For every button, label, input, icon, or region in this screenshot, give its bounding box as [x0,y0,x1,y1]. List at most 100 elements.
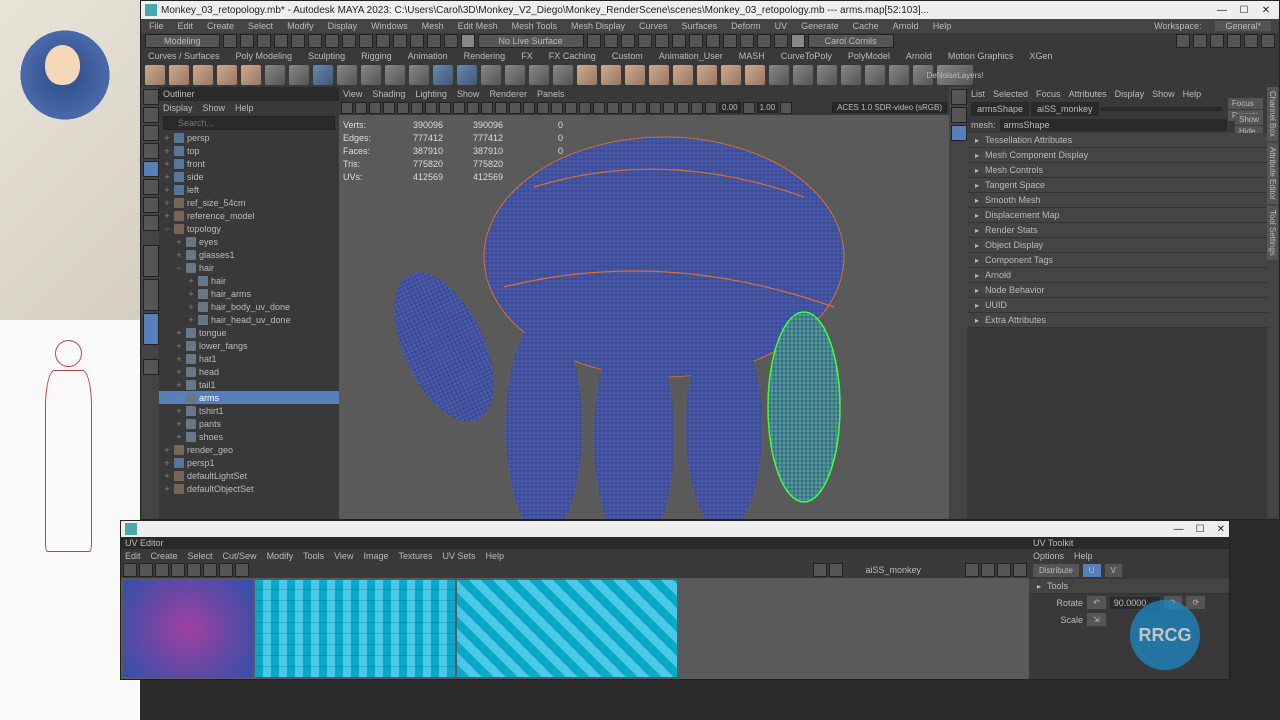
shelf-tab[interactable]: Poly Modeling [233,50,296,62]
attr-section[interactable]: Node Behavior [967,283,1267,298]
shelf-tab[interactable]: Motion Graphics [945,50,1017,62]
status-btn[interactable] [638,34,652,48]
vp-tool-icon[interactable] [649,102,661,114]
status-btn[interactable] [1227,34,1241,48]
status-btn[interactable] [1261,34,1275,48]
outliner-item-pants[interactable]: +pants [159,417,339,430]
attr-section[interactable]: Mesh Controls [967,163,1267,178]
status-btn[interactable] [689,34,703,48]
vp-tool-icon[interactable] [691,102,703,114]
outliner-item-front[interactable]: +front [159,157,339,170]
tool-icon[interactable] [143,197,159,213]
attr-section[interactable]: Smooth Mesh [967,193,1267,208]
attr-section[interactable]: Component Tags [967,253,1267,268]
shelf-button[interactable] [745,65,765,85]
attr-section[interactable]: Tessellation Attributes [967,133,1267,148]
uv-tool-icon[interactable] [171,563,185,577]
shelf-button[interactable] [193,65,213,85]
uv-tool-icon[interactable] [965,563,979,577]
status-btn[interactable] [621,34,635,48]
vp-tool-icon[interactable] [341,102,353,114]
shelf-button[interactable] [481,65,501,85]
menu-edit[interactable]: Edit [178,21,194,31]
outliner-item-render_geo[interactable]: +render_geo [159,443,339,456]
attr-selected[interactable]: Selected [993,89,1028,99]
uv-tool-icon[interactable] [235,563,249,577]
shelf-tab[interactable]: CurveToPoly [778,50,835,62]
uv-tool-icon[interactable] [203,563,217,577]
uv-tool-icon[interactable] [219,563,233,577]
shelf-button[interactable] [865,65,885,85]
layout-icon[interactable] [143,313,159,345]
shelf-tab[interactable]: Sculpting [305,50,348,62]
menu-meshdisplay[interactable]: Mesh Display [571,21,625,31]
status-btn[interactable] [444,34,458,48]
outliner-item-top[interactable]: +top [159,144,339,157]
attr-section[interactable]: UUID [967,298,1267,313]
shelf-button[interactable] [529,65,549,85]
vp-tool-icon[interactable] [355,102,367,114]
shelf-tab[interactable]: Custom [609,50,646,62]
distribute-button[interactable]: Distribute [1033,564,1079,577]
attr-section[interactable]: Object Display [967,238,1267,253]
attr-section[interactable]: Extra Attributes [967,313,1267,328]
vp-tool-icon[interactable] [780,102,792,114]
menu-uv[interactable]: UV [775,21,788,31]
shelf-tab[interactable]: FX [518,50,536,62]
uv-help[interactable]: Help [486,551,505,561]
vp-tool-icon[interactable] [523,102,535,114]
vp-tool-icon[interactable] [593,102,605,114]
uv-tool-icon[interactable] [997,563,1011,577]
viewport-canvas[interactable]: Verts:3900963900960Edges:7774127774120Fa… [339,115,949,519]
vp-tool-icon[interactable] [635,102,647,114]
outliner-item-side[interactable]: +side [159,170,339,183]
outliner-item-tshirt1[interactable]: +tshirt1 [159,404,339,417]
outliner-item-head[interactable]: +head [159,365,339,378]
outliner-item-persp1[interactable]: +persp1 [159,456,339,469]
vp-shading[interactable]: Shading [372,89,405,99]
shelf-tab[interactable]: Animation [405,50,451,62]
vp-tool-icon[interactable] [677,102,689,114]
uv-modify[interactable]: Modify [267,551,294,561]
uv-create[interactable]: Create [151,551,178,561]
v-button[interactable]: V [1105,564,1122,577]
attr-attributes[interactable]: Attributes [1069,89,1107,99]
outliner-item-arms[interactable]: +arms [159,391,339,404]
shelf-button[interactable] [793,65,813,85]
shelf-tab[interactable]: Animation_User [656,50,726,62]
attr-show-button[interactable]: Show [1235,114,1263,125]
attr-section[interactable]: Displacement Map [967,208,1267,223]
paint-tool-icon[interactable] [143,125,159,141]
shelf-button[interactable] [289,65,309,85]
uv-tools[interactable]: Tools [303,551,324,561]
shelf-tab[interactable]: FX Caching [546,50,599,62]
status-btn[interactable] [223,34,237,48]
shelf-button[interactable] [241,65,261,85]
move-tool-icon[interactable] [143,143,159,159]
vp-tool-icon[interactable] [621,102,633,114]
select-tool-icon[interactable] [143,89,159,105]
shelf-button[interactable] [889,65,909,85]
rotate-tool-icon[interactable] [143,161,159,177]
attr-tab-mat[interactable]: aiSS_monkey [1031,102,1099,116]
status-btn[interactable] [1193,34,1207,48]
uv-tool-icon[interactable] [981,563,995,577]
vp-tool-icon[interactable] [509,102,521,114]
shelf-button[interactable] [217,65,237,85]
shelf-button[interactable] [385,65,405,85]
status-btn[interactable] [376,34,390,48]
menu-create[interactable]: Create [207,21,234,31]
status-btn[interactable] [1210,34,1224,48]
shelf-button[interactable] [337,65,357,85]
side-tab-channelbox[interactable]: Channel Box [1267,87,1278,141]
shelf-button[interactable] [433,65,453,85]
status-btn[interactable] [308,34,322,48]
mode-select[interactable]: Modeling [145,34,220,48]
status-btn[interactable] [274,34,288,48]
outliner-item-ref_size_54cm[interactable]: +ref_size_54cm [159,196,339,209]
vp-tool-icon[interactable] [579,102,591,114]
status-btn[interactable] [672,34,686,48]
shelf-tab[interactable]: Arnold [903,50,935,62]
menu-mesh[interactable]: Mesh [422,21,444,31]
outliner-search-input[interactable] [163,116,335,130]
